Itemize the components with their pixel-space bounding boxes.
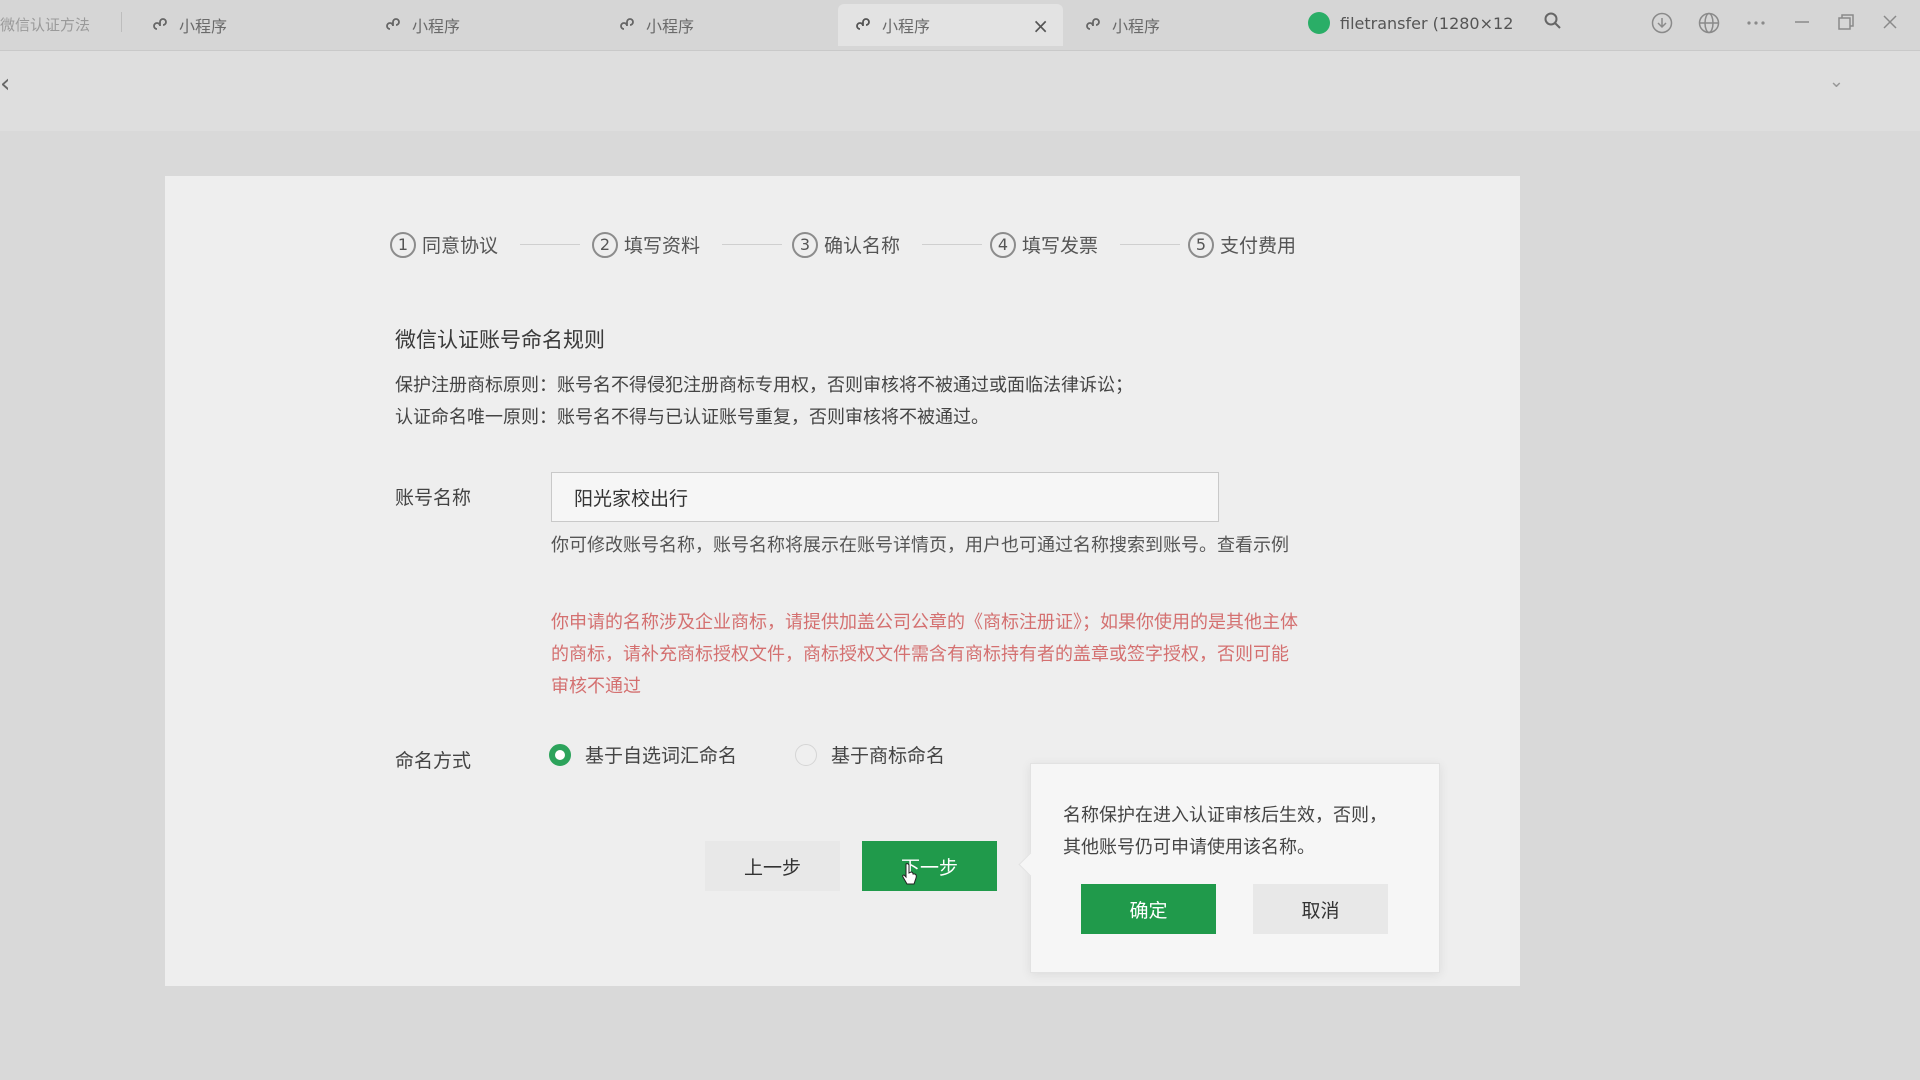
- trademark-warning: 你申请的名称涉及企业商标，请提供加盖公司公章的《商标注册证》；如果你使用的是其他…: [551, 612, 1298, 697]
- tab-label: 小程序: [1112, 17, 1161, 36]
- step-number: 3: [792, 231, 818, 258]
- radio-unchecked-icon[interactable]: [795, 743, 817, 766]
- globe-icon[interactable]: [1697, 12, 1721, 36]
- step-label: 支付费用: [1220, 235, 1297, 257]
- restore-icon[interactable]: [1834, 12, 1858, 36]
- mini-program-icon: [384, 15, 404, 35]
- account-name-label: 账号名称: [395, 487, 472, 509]
- tab-mini-program-5[interactable]: 小程序: [1068, 4, 1293, 46]
- naming-method-label: 命名方式: [395, 750, 472, 772]
- prev-step-button[interactable]: 上一步: [705, 841, 840, 891]
- tab-label: 小程序: [646, 17, 695, 36]
- tab-separator: [121, 12, 122, 32]
- step-number: 5: [1188, 231, 1214, 258]
- popover-cancel-button[interactable]: 取消: [1253, 884, 1388, 934]
- step-label: 填写资料: [624, 235, 701, 257]
- step-5: 5 支付费用: [1188, 231, 1296, 258]
- step-3: 3 确认名称: [792, 231, 900, 258]
- tab-mini-program-4-active[interactable]: 小程序 ×: [838, 4, 1063, 46]
- step-label: 确认名称: [824, 235, 901, 257]
- step-progress: 1 同意协议 2 填写资料 3 确认名称 4 填写发票 5 支付费用: [390, 231, 1510, 271]
- tab-mini-program-2[interactable]: 小程序: [368, 4, 593, 46]
- name-protection-popover: 名称保护在进入认证审核后生效，否则，其他账号仍可申请使用该名称。 确定 取消: [1018, 763, 1440, 973]
- download-icon[interactable]: [1650, 12, 1674, 36]
- step-label: 同意协议: [422, 235, 499, 257]
- page-header-bar: ‹ ⌄: [0, 51, 1920, 131]
- step-divider: [1120, 244, 1180, 245]
- tab-label: 小程序: [882, 17, 931, 36]
- account-name-hint: 你可修改账号名称，账号名称将展示在账号详情页，用户也可通过名称搜索到账号。查看示…: [551, 535, 1289, 556]
- tab-filetransfer[interactable]: filetransfer (1280×12: [1308, 12, 1513, 34]
- page-content: 1 同意协议 2 填写资料 3 确认名称 4 填写发票 5 支付费用 微信认证账…: [0, 131, 1920, 1080]
- minimize-icon[interactable]: [1790, 12, 1814, 36]
- account-name-input[interactable]: [551, 472, 1219, 522]
- browser-tab-bar: 微信认证方法 小程序 小程序 小程序 小程序 × 小程序 filetransfe…: [0, 0, 1920, 51]
- chevron-down-icon[interactable]: ⌄: [1829, 71, 1844, 92]
- more-icon[interactable]: [1744, 12, 1768, 36]
- step-4: 4 填写发票: [990, 231, 1098, 258]
- tab-label: filetransfer (1280×12: [1340, 13, 1514, 33]
- close-icon[interactable]: [1878, 12, 1902, 36]
- step-divider: [520, 244, 580, 245]
- tab-mini-program-3[interactable]: 小程序: [602, 4, 827, 46]
- radio-label: 基于自选词汇命名: [585, 745, 738, 767]
- popover-message: 名称保护在进入认证审核后生效，否则，其他账号仍可申请使用该名称。: [1063, 805, 1387, 858]
- radio-checked-icon[interactable]: [549, 743, 571, 766]
- step-divider: [722, 244, 782, 245]
- search-icon[interactable]: [1541, 12, 1565, 36]
- radio-label: 基于商标命名: [831, 745, 946, 767]
- step-1: 1 同意协议: [390, 231, 498, 258]
- tab-close-icon[interactable]: ×: [1032, 14, 1049, 38]
- tab-mini-program-1[interactable]: 小程序: [135, 4, 360, 46]
- mini-program-icon: [854, 15, 874, 35]
- step-number: 4: [990, 231, 1016, 258]
- radio-option-trademark[interactable]: 基于商标命名: [795, 741, 945, 768]
- tab-first-partial[interactable]: 微信认证方法: [0, 14, 90, 35]
- back-icon[interactable]: ‹: [0, 69, 10, 99]
- wechat-icon: [1308, 12, 1330, 34]
- step-label: 填写发票: [1022, 235, 1099, 257]
- naming-rules-title: 微信认证账号命名规则: [395, 328, 605, 352]
- tab-label: 小程序: [179, 17, 228, 36]
- rule-trademark: 保护注册商标原则：账号名不得侵犯注册商标专用权，否则审核将不被通过或面临法律诉讼…: [395, 375, 1133, 396]
- step-number: 2: [592, 231, 618, 258]
- step-divider: [922, 244, 982, 245]
- step-number: 1: [390, 231, 416, 258]
- mini-program-icon: [151, 15, 171, 35]
- mini-program-icon: [1084, 15, 1104, 35]
- mini-program-icon: [618, 15, 638, 35]
- next-step-button[interactable]: 下一步: [862, 841, 997, 891]
- tab-label: 小程序: [412, 17, 461, 36]
- step-2: 2 填写资料: [592, 231, 700, 258]
- rule-unique: 认证命名唯一原则：账号名不得与已认证账号重复，否则审核将不被通过。: [395, 407, 989, 428]
- mouse-cursor-icon: [902, 863, 917, 885]
- radio-option-vocabulary[interactable]: 基于自选词汇命名: [549, 741, 737, 768]
- popover-confirm-button[interactable]: 确定: [1081, 884, 1216, 934]
